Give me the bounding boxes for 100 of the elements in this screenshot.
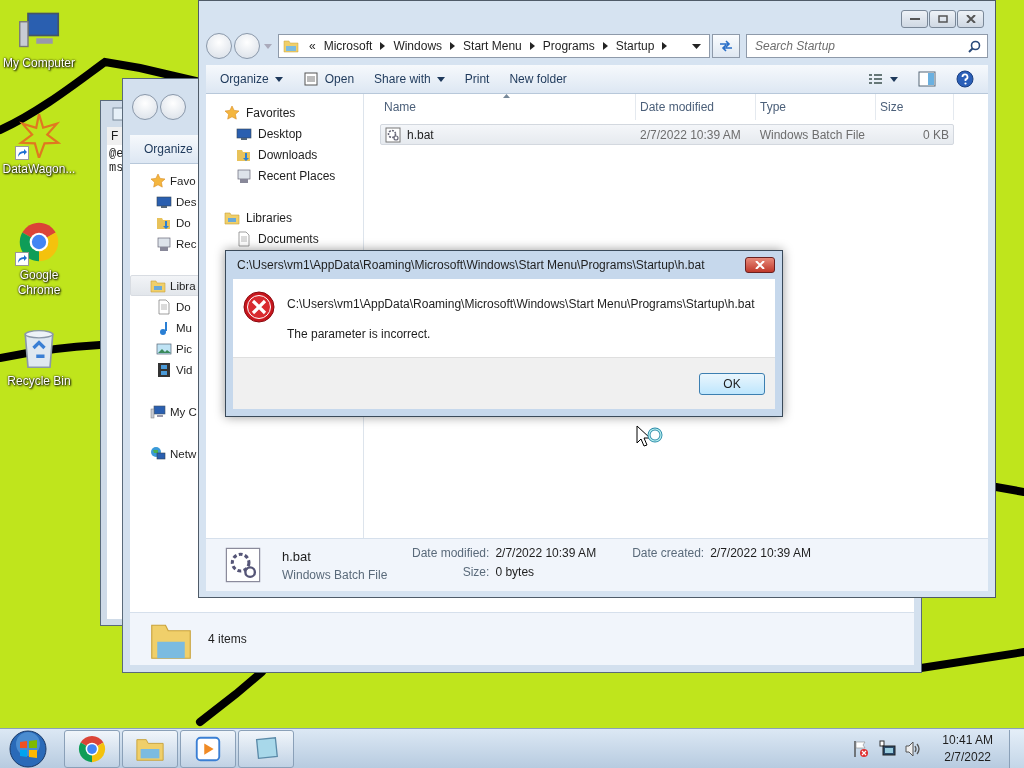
minimize-button[interactable] <box>901 10 928 28</box>
address-bar[interactable]: « Microsoft Windows Start Menu Programs Startup <box>278 34 710 58</box>
toolbar-button[interactable]: Print <box>456 69 498 89</box>
close-button[interactable] <box>957 10 984 28</box>
property-value: 2/7/2022 10:39 AM <box>495 546 597 560</box>
breadcrumb-item[interactable]: Startup <box>615 39 655 53</box>
breadcrumb-item[interactable]: Windows <box>393 39 443 53</box>
back-button[interactable] <box>132 94 158 120</box>
refresh-icon <box>718 39 734 53</box>
recent-places-icon <box>236 167 252 184</box>
shortcut-arrow-icon <box>15 252 29 266</box>
error-icon <box>243 291 275 323</box>
clock[interactable]: 10:41 AM 2/7/2022 <box>938 731 997 766</box>
column-header[interactable]: Type <box>756 94 876 120</box>
refresh-button[interactable] <box>712 34 740 58</box>
property-label: Date modified: <box>412 546 490 560</box>
close-icon <box>965 15 976 23</box>
nav-item[interactable]: Netw <box>130 443 197 464</box>
nav-item[interactable]: My C <box>130 401 197 422</box>
nav-item[interactable]: Do <box>130 296 191 317</box>
close-button[interactable] <box>745 257 775 273</box>
star-icon <box>150 172 166 189</box>
breadcrumb-item[interactable]: Programs <box>542 39 595 53</box>
film-icon <box>156 361 172 378</box>
taskbar-button[interactable] <box>122 729 178 768</box>
star-burst-icon <box>17 114 61 158</box>
search-field[interactable]: Search Startup <box>746 34 988 58</box>
nav-item[interactable]: Desktop <box>224 123 363 144</box>
item-count: 4 items <box>208 632 247 646</box>
clock-time: 10:41 AM <box>942 731 993 749</box>
dialog-title: C:\Users\vm1\AppData\Roaming\Microsoft\Windows\Start Menu\Programs\Startup\h.bat <box>236 258 705 272</box>
text-line: @e <box>109 147 124 161</box>
toolbar-button[interactable]: New folder <box>501 69 575 89</box>
error-message: The parameter is incorrect. <box>287 327 432 341</box>
toolbar-button[interactable]: Organize <box>212 69 291 89</box>
property-value: 2/7/2022 10:39 AM <box>710 546 811 560</box>
taskbar-button[interactable] <box>238 729 294 768</box>
monitor-icon <box>156 193 172 210</box>
network-icon <box>150 445 166 462</box>
caret-icon <box>436 76 445 82</box>
column-header[interactable]: Date modified <box>636 94 756 120</box>
library-folder-icon <box>224 209 240 226</box>
folder-icon <box>283 38 299 54</box>
menu-item[interactable]: F <box>107 129 119 143</box>
dropdown-arrow-icon[interactable] <box>692 43 701 49</box>
column-header[interactable]: Size <box>876 94 954 120</box>
chevron-icon[interactable] <box>662 42 668 50</box>
file-name: h.bat <box>282 548 312 564</box>
toolbar-button[interactable]: Open <box>294 68 363 90</box>
chevron-icon[interactable] <box>380 42 386 50</box>
nav-item[interactable]: Downloads <box>224 144 363 165</box>
property-value: 0 bytes <box>495 565 536 579</box>
nav-item[interactable]: Vid <box>130 359 193 380</box>
document-icon <box>236 230 252 247</box>
ok-button[interactable]: OK <box>699 372 765 395</box>
file-row[interactable]: h.bat 2/7/2022 10:39 AM Windows Batch File 0 KB <box>380 124 954 145</box>
nav-item[interactable]: Rec <box>130 233 197 254</box>
forward-button[interactable] <box>234 33 260 59</box>
file-path: C:\Users\vm1\AppData\Roaming\Microsoft\Windows\Start Menu\Programs\Startup\h.bat <box>287 297 755 311</box>
caret-icon <box>274 76 283 82</box>
nav-item[interactable]: Des <box>130 191 197 212</box>
property-label: Date created: <box>632 546 705 560</box>
taskbar-button[interactable] <box>180 729 236 768</box>
monitor-icon <box>236 125 252 142</box>
gear-file-icon <box>385 126 401 143</box>
minimize-icon <box>909 17 920 21</box>
taskbar-button[interactable] <box>64 729 120 768</box>
maximize-button[interactable] <box>929 10 956 28</box>
star-icon <box>224 104 240 121</box>
back-button[interactable] <box>206 33 232 59</box>
forward-button[interactable] <box>160 94 186 120</box>
breadcrumb-item[interactable]: Microsoft <box>323 39 373 53</box>
nav-item[interactable]: Mu <box>130 317 192 338</box>
nav-item[interactable]: Favo <box>130 170 196 191</box>
nav-item[interactable]: Recent Places <box>224 165 363 186</box>
chevron-icon[interactable] <box>602 42 608 50</box>
nav-item[interactable]: Documents <box>224 228 363 249</box>
chevron-icon[interactable] <box>529 42 535 50</box>
chevron-icon[interactable] <box>450 42 456 50</box>
table-cell-text: 2/7/2022 10:39 AM <box>639 127 742 142</box>
property-label: Size: <box>461 565 490 579</box>
nav-item[interactable]: Favorites <box>224 102 363 123</box>
toolbar-button[interactable]: Share with <box>366 69 453 89</box>
table-cell-text: Windows Batch File <box>758 127 867 142</box>
computer-icon <box>150 403 166 420</box>
flag-error-icon <box>852 739 871 758</box>
notepad-icon <box>111 107 125 121</box>
network-icon <box>878 739 897 758</box>
breadcrumb-overflow[interactable]: « <box>309 39 316 53</box>
open-file-icon <box>302 71 319 87</box>
nav-item[interactable]: Libraries <box>224 207 363 228</box>
breadcrumb-item[interactable]: Start Menu <box>463 39 522 53</box>
volume-icon <box>904 739 923 758</box>
organize-button[interactable]: Organize <box>136 139 201 159</box>
nav-item[interactable]: Do <box>130 212 191 233</box>
recent-places-icon <box>156 235 172 252</box>
sort-arrow-icon <box>503 94 510 98</box>
shortcut-arrow-icon <box>15 146 29 160</box>
text-line: ms <box>109 161 124 175</box>
nav-item[interactable]: Pic <box>130 338 192 359</box>
